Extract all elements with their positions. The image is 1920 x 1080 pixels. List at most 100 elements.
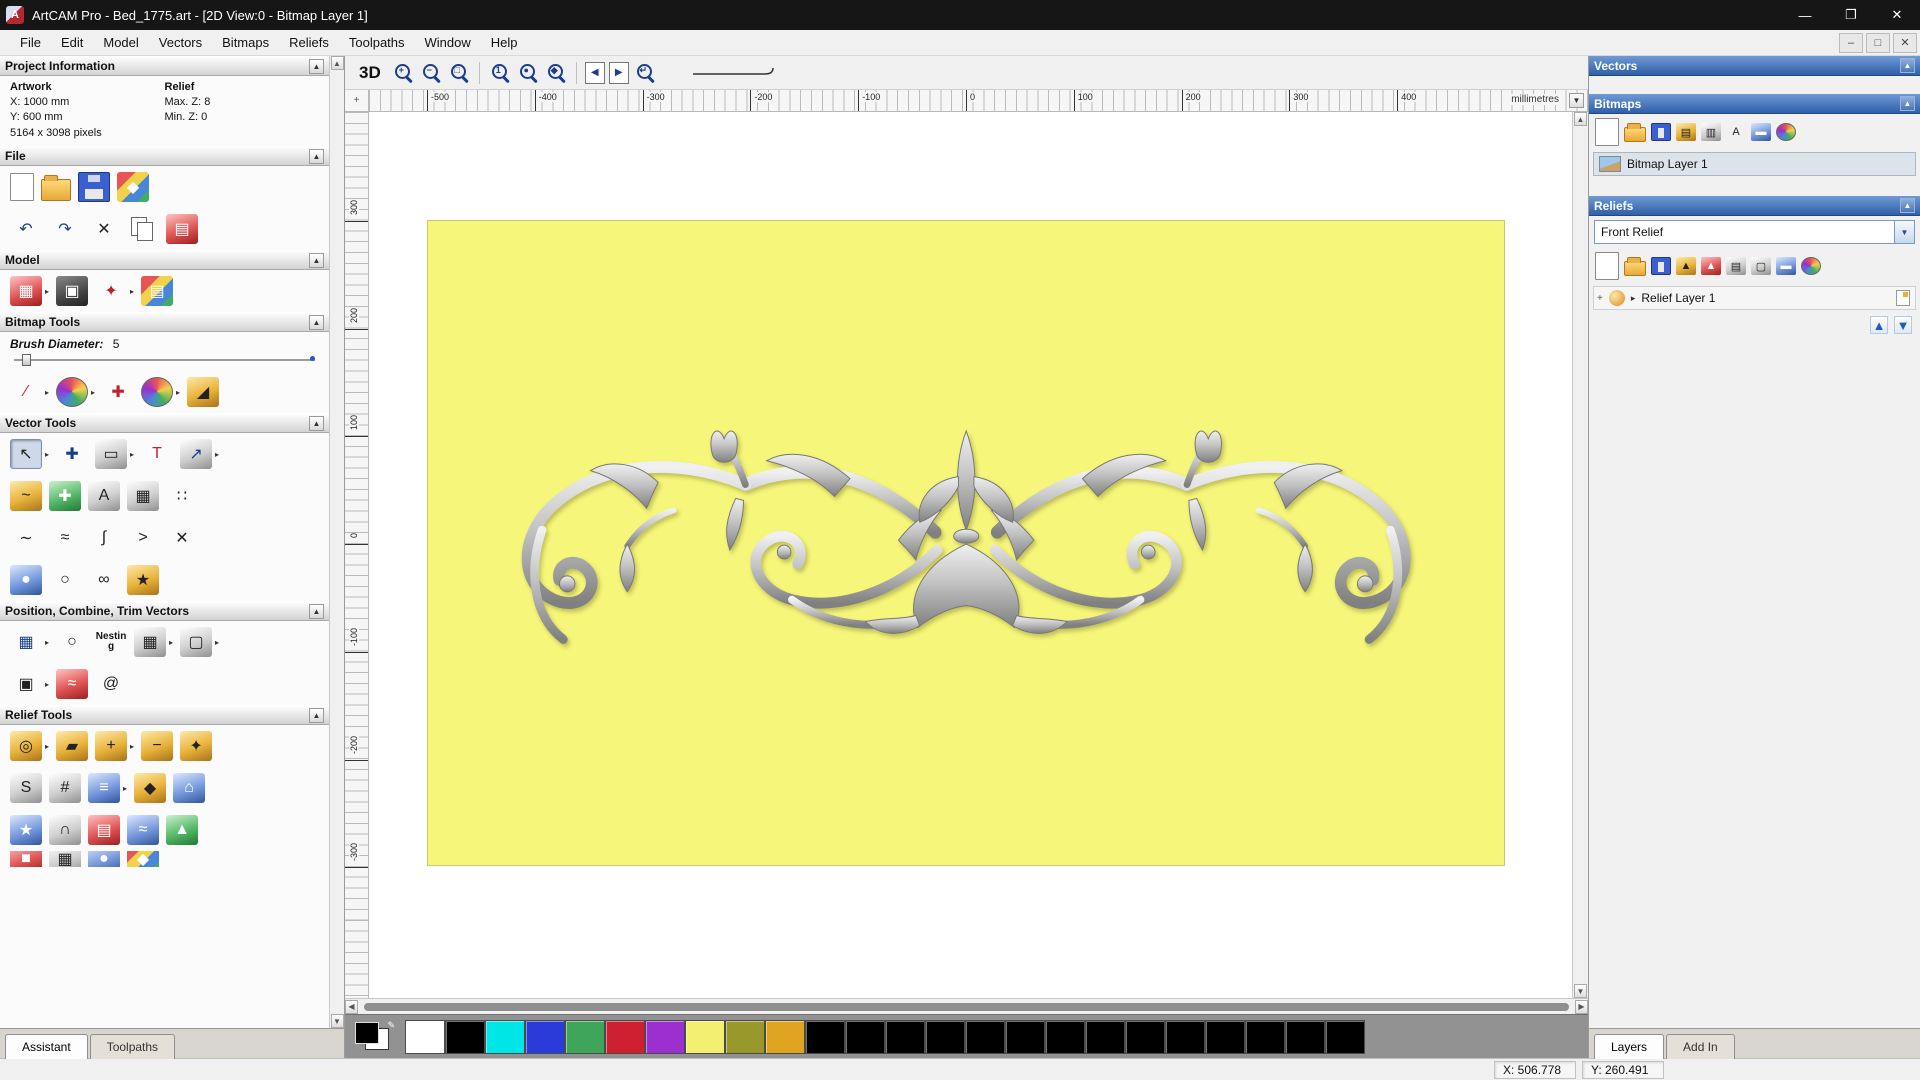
measure-flyout-icon[interactable] <box>215 450 219 459</box>
palette-swatch-12[interactable] <box>885 1019 925 1054</box>
offset-relief-flyout-icon[interactable] <box>123 784 127 793</box>
palette-swatch-15[interactable] <box>1005 1019 1045 1054</box>
tab-toolpaths[interactable]: Toolpaths <box>89 1034 176 1059</box>
group-vectors-icon[interactable] <box>180 627 213 657</box>
block-copy-flyout-icon[interactable] <box>169 638 173 647</box>
nesting-icon[interactable]: Nesting <box>95 627 127 657</box>
tab-add-in[interactable]: Add In <box>1666 1034 1735 1059</box>
zoom-in-icon[interactable]: + <box>391 61 415 85</box>
weave-wizard-icon[interactable] <box>49 773 81 803</box>
collapse-position-button[interactable] <box>309 603 324 619</box>
new-bitmap-icon[interactable] <box>1595 118 1619 146</box>
tab-assistant[interactable]: Assistant <box>5 1034 88 1059</box>
block-copy-icon[interactable] <box>134 627 167 657</box>
select-vectors-icon[interactable] <box>10 439 42 469</box>
scroll-left-icon[interactable] <box>345 999 358 1014</box>
palette-swatch-20[interactable] <box>1205 1019 1245 1054</box>
primary-colour[interactable] <box>355 1021 379 1044</box>
ruler-units-dropdown-icon[interactable] <box>1569 93 1584 108</box>
extrude-relief-icon[interactable] <box>166 815 198 845</box>
add-relief-flyout-icon[interactable] <box>130 742 134 751</box>
trim-vectors-icon[interactable] <box>166 523 198 553</box>
palette-swatch-17[interactable] <box>1085 1019 1125 1054</box>
collapse-vectors-button[interactable] <box>1900 58 1915 73</box>
palette-swatch-5[interactable] <box>605 1019 645 1054</box>
reduce-colours-flyout-icon[interactable] <box>176 388 180 397</box>
cut-icon[interactable] <box>88 214 120 244</box>
relief-layer-properties-icon[interactable] <box>1896 290 1910 306</box>
interactive-sculpt-icon[interactable] <box>134 773 167 803</box>
open-bitmap-icon[interactable] <box>1624 122 1646 142</box>
create-ellipse-icon[interactable] <box>49 565 81 595</box>
shape-editor-icon[interactable] <box>10 731 42 761</box>
offset-vectors-icon[interactable] <box>10 481 42 511</box>
preview-relief-icon[interactable] <box>1726 257 1746 275</box>
drawing-viewport[interactable] <box>369 112 1572 998</box>
close-button[interactable]: ✕ <box>1874 0 1920 30</box>
collapse-bitmap-tools-button[interactable] <box>309 314 324 330</box>
measure-icon[interactable] <box>180 439 213 469</box>
palette-swatch-16[interactable] <box>1045 1019 1085 1054</box>
bitmap-palette-icon[interactable] <box>1776 123 1796 141</box>
create-rectangle-flyout-icon[interactable] <box>130 450 134 459</box>
align-vectors-flyout-icon[interactable] <box>45 638 49 647</box>
relief-select[interactable]: Front Relief <box>1594 220 1915 244</box>
star-wizard-icon[interactable] <box>10 815 42 845</box>
create-circle-icon[interactable] <box>10 565 42 595</box>
two-rail-sweep-icon[interactable] <box>10 851 42 867</box>
greyscale-image-icon[interactable] <box>141 276 174 306</box>
wrap-relief-icon[interactable] <box>49 815 81 845</box>
collapse-relief-tools-button[interactable] <box>309 707 324 723</box>
zoom-fit-icon[interactable]: ● <box>516 61 540 85</box>
move-layer-up-icon[interactable] <box>1870 316 1888 334</box>
export-model-icon[interactable] <box>117 172 149 202</box>
palette-swatch-9[interactable] <box>765 1019 805 1054</box>
palette-swatch-6[interactable] <box>645 1019 685 1054</box>
collapse-file-button[interactable] <box>309 148 324 164</box>
zoom-out-icon[interactable]: − <box>419 61 443 85</box>
create-grid-icon[interactable] <box>49 481 81 511</box>
merge-relief-icon[interactable] <box>180 731 213 761</box>
model-lighting-icon[interactable] <box>56 276 89 306</box>
smooth-relief-icon[interactable] <box>56 731 89 761</box>
texture-flow-icon[interactable] <box>127 851 159 867</box>
brush-diameter-slider[interactable] <box>14 353 315 367</box>
relief-layer-row[interactable]: + Relief Layer 1 <box>1593 286 1916 310</box>
select-vectors-flyout-icon[interactable] <box>45 450 49 459</box>
transform-vectors-icon[interactable] <box>56 439 88 469</box>
palette-swatch-14[interactable] <box>965 1019 1005 1054</box>
rotate-copy-icon[interactable] <box>56 627 88 657</box>
zoom-previous-icon[interactable]: ↵ <box>633 61 657 85</box>
menu-file[interactable]: File <box>10 31 51 54</box>
fit-vectors-icon[interactable] <box>56 669 89 699</box>
palette-swatch-23[interactable] <box>1325 1019 1365 1054</box>
menu-toolpaths[interactable]: Toolpaths <box>339 31 415 54</box>
load-relief-icon[interactable] <box>1676 257 1696 275</box>
assistant-scrollbar[interactable] <box>329 56 344 1028</box>
paste-icon[interactable] <box>166 214 198 244</box>
set-model-size-flyout-icon[interactable] <box>45 287 49 296</box>
scroll-up-icon[interactable] <box>1574 112 1587 126</box>
open-relief-icon[interactable] <box>1624 256 1646 276</box>
palette-swatch-10[interactable] <box>805 1019 845 1054</box>
delete-bitmap-icon[interactable] <box>1751 123 1771 141</box>
shape-editor-flyout-icon[interactable] <box>45 742 49 751</box>
palette-swatch-18[interactable] <box>1125 1019 1165 1054</box>
relief-palette-icon[interactable] <box>1801 257 1821 275</box>
paint-selective-flyout-icon[interactable] <box>91 388 95 397</box>
align-vectors-icon[interactable] <box>10 627 42 657</box>
collapse-bitmaps-button[interactable] <box>1900 96 1915 111</box>
scroll-down-icon[interactable] <box>330 1014 344 1028</box>
texture-relief-icon[interactable] <box>127 815 159 845</box>
paint-selective-icon[interactable] <box>56 377 89 407</box>
copy-icon[interactable] <box>127 214 159 244</box>
expand-plus-icon[interactable]: + <box>1597 293 1603 304</box>
mirror-vectors-icon[interactable] <box>10 669 42 699</box>
maximize-button[interactable]: ❐ <box>1828 0 1874 30</box>
flood-fill-icon[interactable] <box>187 377 220 407</box>
scroll-up-icon[interactable] <box>330 56 344 70</box>
collapse-reliefs-button[interactable] <box>1900 198 1915 213</box>
create-star-icon[interactable] <box>127 565 159 595</box>
subtract-relief-icon[interactable] <box>141 731 174 761</box>
envelope-icon[interactable] <box>173 773 206 803</box>
